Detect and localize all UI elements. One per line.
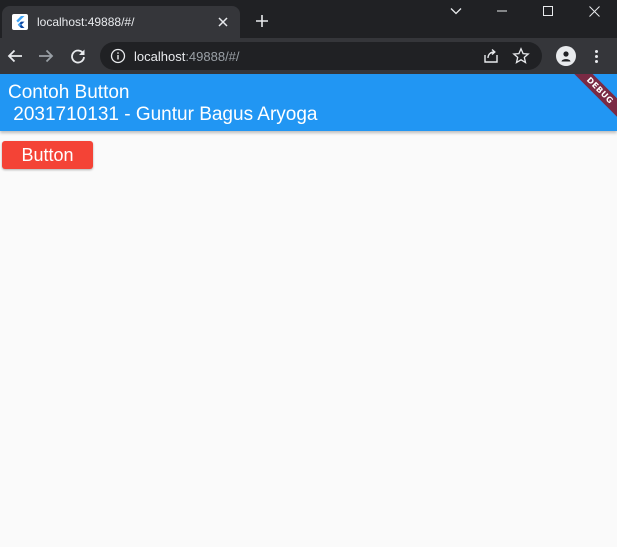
app-page: Contoh Button 2031710131 - Guntur Bagus …	[0, 74, 617, 547]
flutter-favicon-icon	[12, 14, 28, 30]
url-path: :49888/#/	[185, 49, 240, 64]
address-url: localhost:49888/#/	[134, 49, 240, 64]
app-bar-title-line1: Contoh Button	[8, 82, 130, 103]
tab-title: localhost:49888/#/	[37, 15, 135, 29]
forward-icon[interactable]	[34, 44, 58, 68]
profile-avatar-icon[interactable]	[556, 46, 576, 66]
share-icon[interactable]	[482, 47, 500, 65]
back-icon[interactable]	[3, 44, 27, 68]
browser-tab[interactable]: localhost:49888/#/	[2, 6, 240, 38]
browser-toolbar: localhost:49888/#/	[0, 38, 617, 74]
address-bar[interactable]: localhost:49888/#/	[100, 42, 542, 70]
maximize-icon[interactable]	[525, 0, 571, 22]
site-info-icon[interactable]	[110, 48, 126, 64]
browser-menu-icon[interactable]	[586, 46, 606, 66]
app-bar-title-line2: 2031710131 - Guntur Bagus Aryoga	[8, 104, 318, 125]
url-host: localhost	[134, 49, 186, 64]
minimize-icon[interactable]	[479, 0, 525, 22]
new-tab-icon[interactable]	[252, 11, 272, 31]
bookmark-star-icon[interactable]	[512, 47, 530, 65]
browser-tabstrip: localhost:49888/#/	[0, 0, 617, 38]
app-bar: Contoh Button 2031710131 - Guntur Bagus …	[0, 74, 617, 131]
app-bar-title: Contoh Button 2031710131 - Guntur Bagus …	[8, 82, 318, 126]
close-tab-icon[interactable]	[214, 13, 232, 31]
tab-search-chevron-icon[interactable]	[433, 0, 479, 22]
window-close-icon[interactable]	[571, 0, 617, 22]
reload-icon[interactable]	[66, 44, 90, 68]
red-button[interactable]: Button	[2, 141, 93, 169]
